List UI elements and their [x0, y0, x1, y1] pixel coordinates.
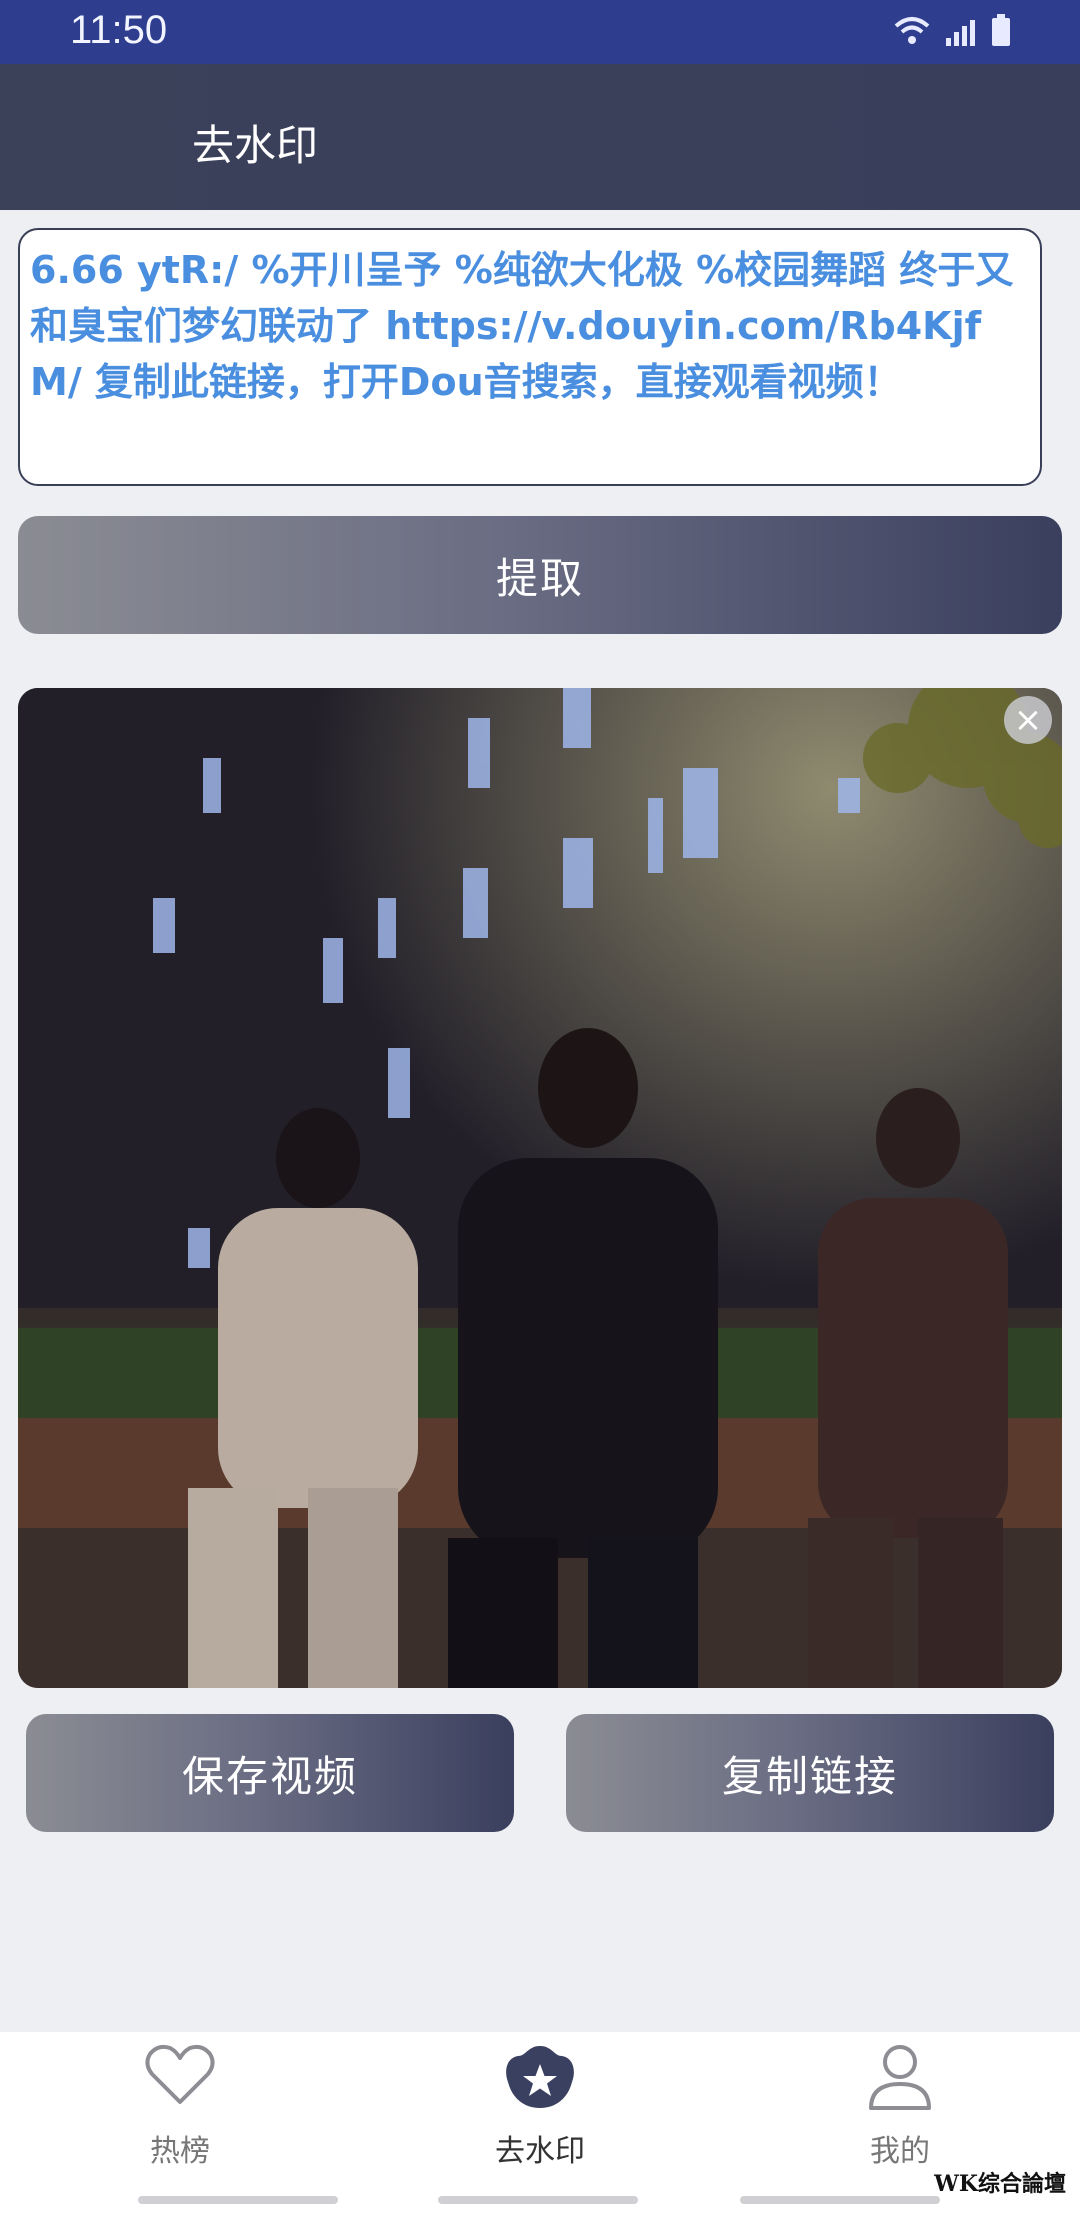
save-video-button[interactable]: 保存视频 [26, 1714, 514, 1832]
video-preview[interactable]: × [18, 688, 1062, 1688]
nav-label-watermark: 去水印 [495, 2134, 585, 2169]
nav-item-watermark[interactable]: 去水印 [410, 2032, 670, 2182]
watermark-text: WK综合論壇 [934, 2171, 1066, 2197]
link-input[interactable]: 6.66 ytR:/ %开川呈予 %纯欲大化极 %校园舞蹈 终于又和臭宝们梦幻联… [18, 228, 1042, 486]
status-time: 11:50 [70, 8, 168, 52]
signal-icon [944, 18, 978, 52]
close-icon[interactable]: × [1004, 696, 1052, 744]
app-header: 去水印 [0, 64, 1080, 210]
star-badge-icon [502, 2042, 578, 2116]
gesture-handle-right [740, 2196, 940, 2204]
extract-button-label: 提取 [495, 553, 584, 603]
heart-icon [144, 2042, 216, 2112]
nav-item-me[interactable]: 我的 [770, 2032, 1030, 2182]
battery-icon [990, 14, 1012, 52]
status-bar: 11:50 [0, 0, 1080, 64]
video-frame-image [18, 688, 1062, 1688]
nav-item-hot[interactable]: 热榜 [50, 2032, 310, 2182]
nav-label-hot: 热榜 [150, 2134, 210, 2169]
wifi-icon [892, 14, 932, 52]
nav-label-me: 我的 [870, 2134, 930, 2169]
page-title: 去水印 [192, 121, 319, 170]
copy-link-button[interactable]: 复制链接 [566, 1714, 1054, 1832]
gesture-handle-left [138, 2196, 338, 2204]
user-icon [865, 2042, 935, 2116]
extract-button[interactable]: 提取 [18, 516, 1062, 634]
bottom-nav: 热榜 去水印 我的 WK综合論壇 [0, 2032, 1080, 2220]
status-icons [892, 14, 1012, 52]
gesture-handle-center [438, 2196, 638, 2204]
copy-link-label: 复制链接 [721, 1751, 898, 1801]
save-video-label: 保存视频 [181, 1751, 358, 1801]
